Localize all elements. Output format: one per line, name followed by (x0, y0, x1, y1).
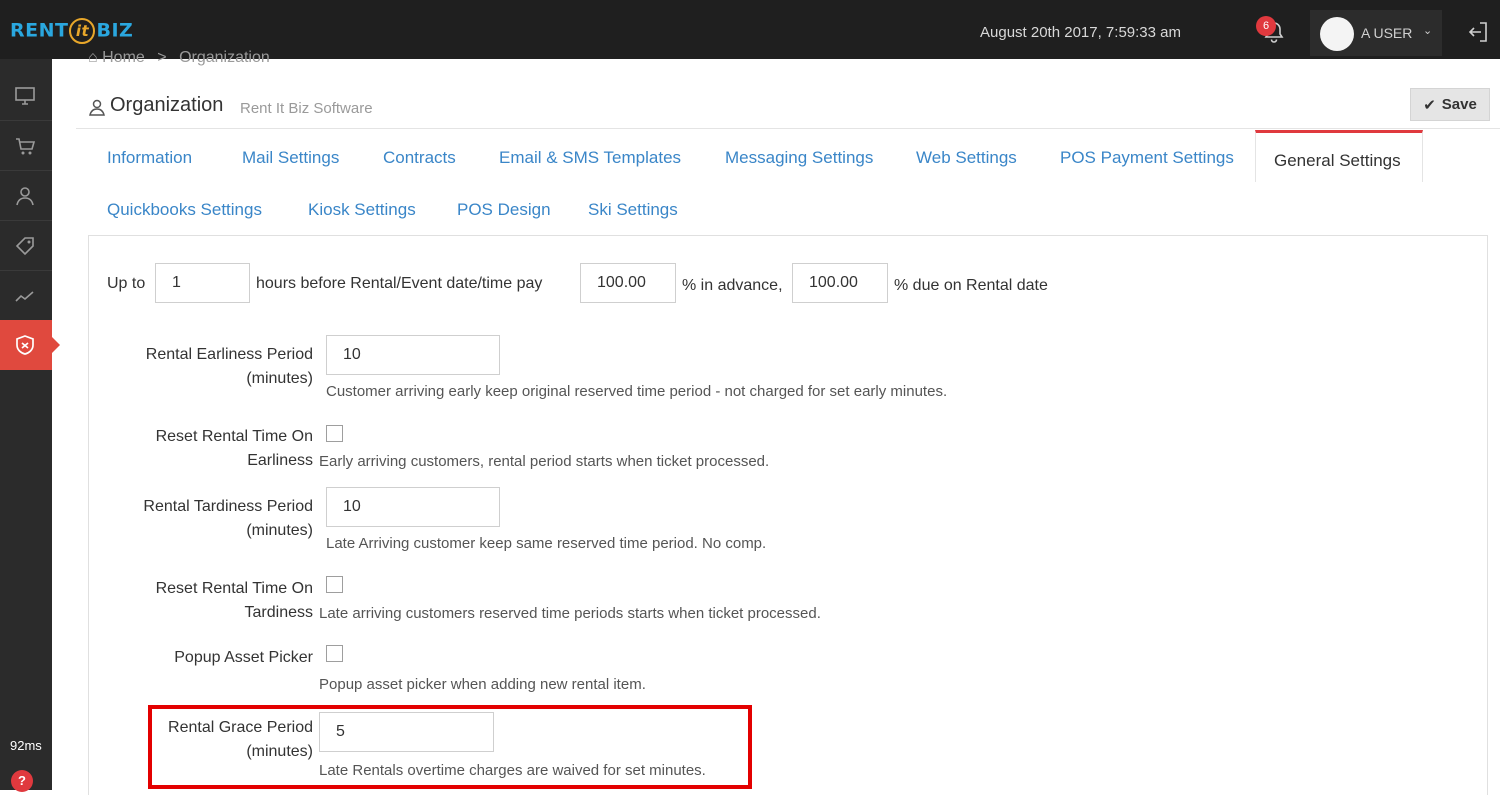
popup-asset-picker-label: Popup Asset Picker (174, 649, 313, 666)
tardiness-label: Rental Tardiness Period (minutes) (100, 498, 313, 540)
pay-hours-input[interactable]: 1 (155, 263, 250, 303)
sidebar-item-cart[interactable] (0, 121, 52, 171)
save-label: Save (1441, 96, 1477, 113)
tab-label: POS Design (457, 200, 551, 219)
earliness-label-line2: (minutes) (246, 370, 313, 387)
logout-icon[interactable] (1466, 20, 1490, 44)
tab-label: Ski Settings (588, 200, 678, 219)
tab-label: Contracts (383, 148, 456, 167)
tab-label: Email & SMS Templates (499, 148, 682, 167)
app-logo[interactable]: RENT it BIZ (10, 18, 133, 44)
check-icon: ✔ (1423, 96, 1436, 114)
logo-rent: RENT (10, 19, 69, 42)
sidebar-item-reports[interactable] (0, 271, 52, 321)
page-title: Organization (110, 94, 224, 116)
chart-icon (15, 291, 34, 302)
chevron-down-icon: ⌄ (1423, 25, 1433, 37)
pay-advance-input[interactable]: 100.00 (580, 263, 676, 303)
shield-icon (16, 335, 34, 355)
reset-tardiness-label-line1: Reset Rental Time On (155, 580, 313, 597)
sidebar: 92ms ? (0, 59, 60, 792)
current-datetime: August 20th 2017, 7:59:33 am (980, 24, 1181, 41)
sidebar-item-tags[interactable] (0, 221, 52, 271)
reset-tardiness-checkbox[interactable] (326, 576, 343, 593)
reset-earliness-label-line1: Reset Rental Time On (155, 428, 313, 445)
earliness-label-line1: Rental Earliness Period (145, 346, 313, 363)
tab-label: Messaging Settings (725, 148, 874, 167)
tab-label: General Settings (1274, 151, 1401, 170)
sidebar-item-users[interactable] (0, 171, 52, 221)
reset-tardiness-label: Reset Rental Time On Tardiness (100, 580, 313, 622)
page-header: Organization Rent It Biz Software ✔ Save (76, 81, 1500, 129)
tab-label: Kiosk Settings (308, 200, 416, 219)
pay-advance-suffix: % in advance, (682, 277, 783, 294)
user-menu[interactable]: A USER ⌄ (1310, 10, 1442, 56)
home-icon[interactable]: ⌂ (88, 49, 98, 66)
pay-mid-label: hours before Rental/Event date/time pay (256, 275, 543, 292)
reset-earliness-hint: Early arriving customers, rental period … (319, 453, 770, 470)
tardiness-hint: Late Arriving customer keep same reserve… (326, 535, 767, 552)
breadcrumb: ⌂ Home > Organization (88, 49, 270, 67)
popup-asset-picker-hint: Popup asset picker when adding new renta… (319, 676, 646, 693)
earliness-label: Rental Earliness Period (minutes) (100, 346, 313, 388)
tab-general-settings[interactable]: General Settings (1255, 130, 1423, 182)
sidebar-item-security[interactable] (0, 320, 60, 370)
breadcrumb-home[interactable]: Home (102, 49, 145, 66)
users-icon (16, 187, 34, 206)
desktop-icon (15, 87, 35, 105)
user-name: A USER (1361, 25, 1413, 41)
sidebar-item-dashboard[interactable] (0, 71, 52, 121)
reset-earliness-label: Reset Rental Time On Earliness (100, 428, 313, 470)
reset-tardiness-label-line2: Tardiness (244, 604, 313, 621)
organization-icon (89, 99, 105, 116)
cart-icon (16, 138, 36, 155)
grace-period-highlight-box (148, 705, 752, 789)
page-subtitle: Rent It Biz Software (240, 100, 373, 117)
tab-label: Web Settings (916, 148, 1017, 167)
pay-due-input[interactable]: 100.00 (792, 263, 888, 303)
tardiness-input[interactable]: 10 (326, 487, 500, 527)
tab-label: POS Payment Settings (1060, 148, 1234, 167)
reset-earliness-label-line2: Earliness (247, 452, 313, 469)
reset-tardiness-hint: Late arriving customers reserved time pe… (319, 605, 821, 622)
logo-biz: BIZ (96, 19, 134, 42)
tab-label: Quickbooks Settings (107, 200, 262, 219)
pay-prefix-label: Up to (107, 275, 146, 292)
logo-it: it (69, 18, 96, 44)
avatar (1320, 17, 1354, 51)
performance-timer: 92ms (10, 738, 42, 753)
main-content: ⌂ Home > Organization Organization Rent … (76, 49, 1500, 795)
earliness-hint: Customer arriving early keep original re… (326, 383, 948, 400)
save-button[interactable]: ✔ Save (1410, 88, 1490, 121)
tab-label: Mail Settings (242, 148, 340, 167)
reset-earliness-checkbox[interactable] (326, 425, 343, 442)
breadcrumb-current: Organization (179, 49, 270, 66)
earliness-input[interactable]: 10 (326, 335, 500, 375)
tag-icon (15, 237, 34, 256)
tab-label: Information (107, 148, 193, 167)
breadcrumb-separator: > (157, 49, 167, 66)
tardiness-label-line2: (minutes) (246, 522, 313, 539)
tardiness-label-line1: Rental Tardiness Period (143, 498, 313, 515)
pay-due-suffix: % due on Rental date (894, 277, 1048, 294)
notification-badge[interactable]: 6 (1256, 16, 1276, 36)
help-button[interactable]: ? (11, 770, 33, 792)
popup-asset-picker-checkbox[interactable] (326, 645, 343, 662)
